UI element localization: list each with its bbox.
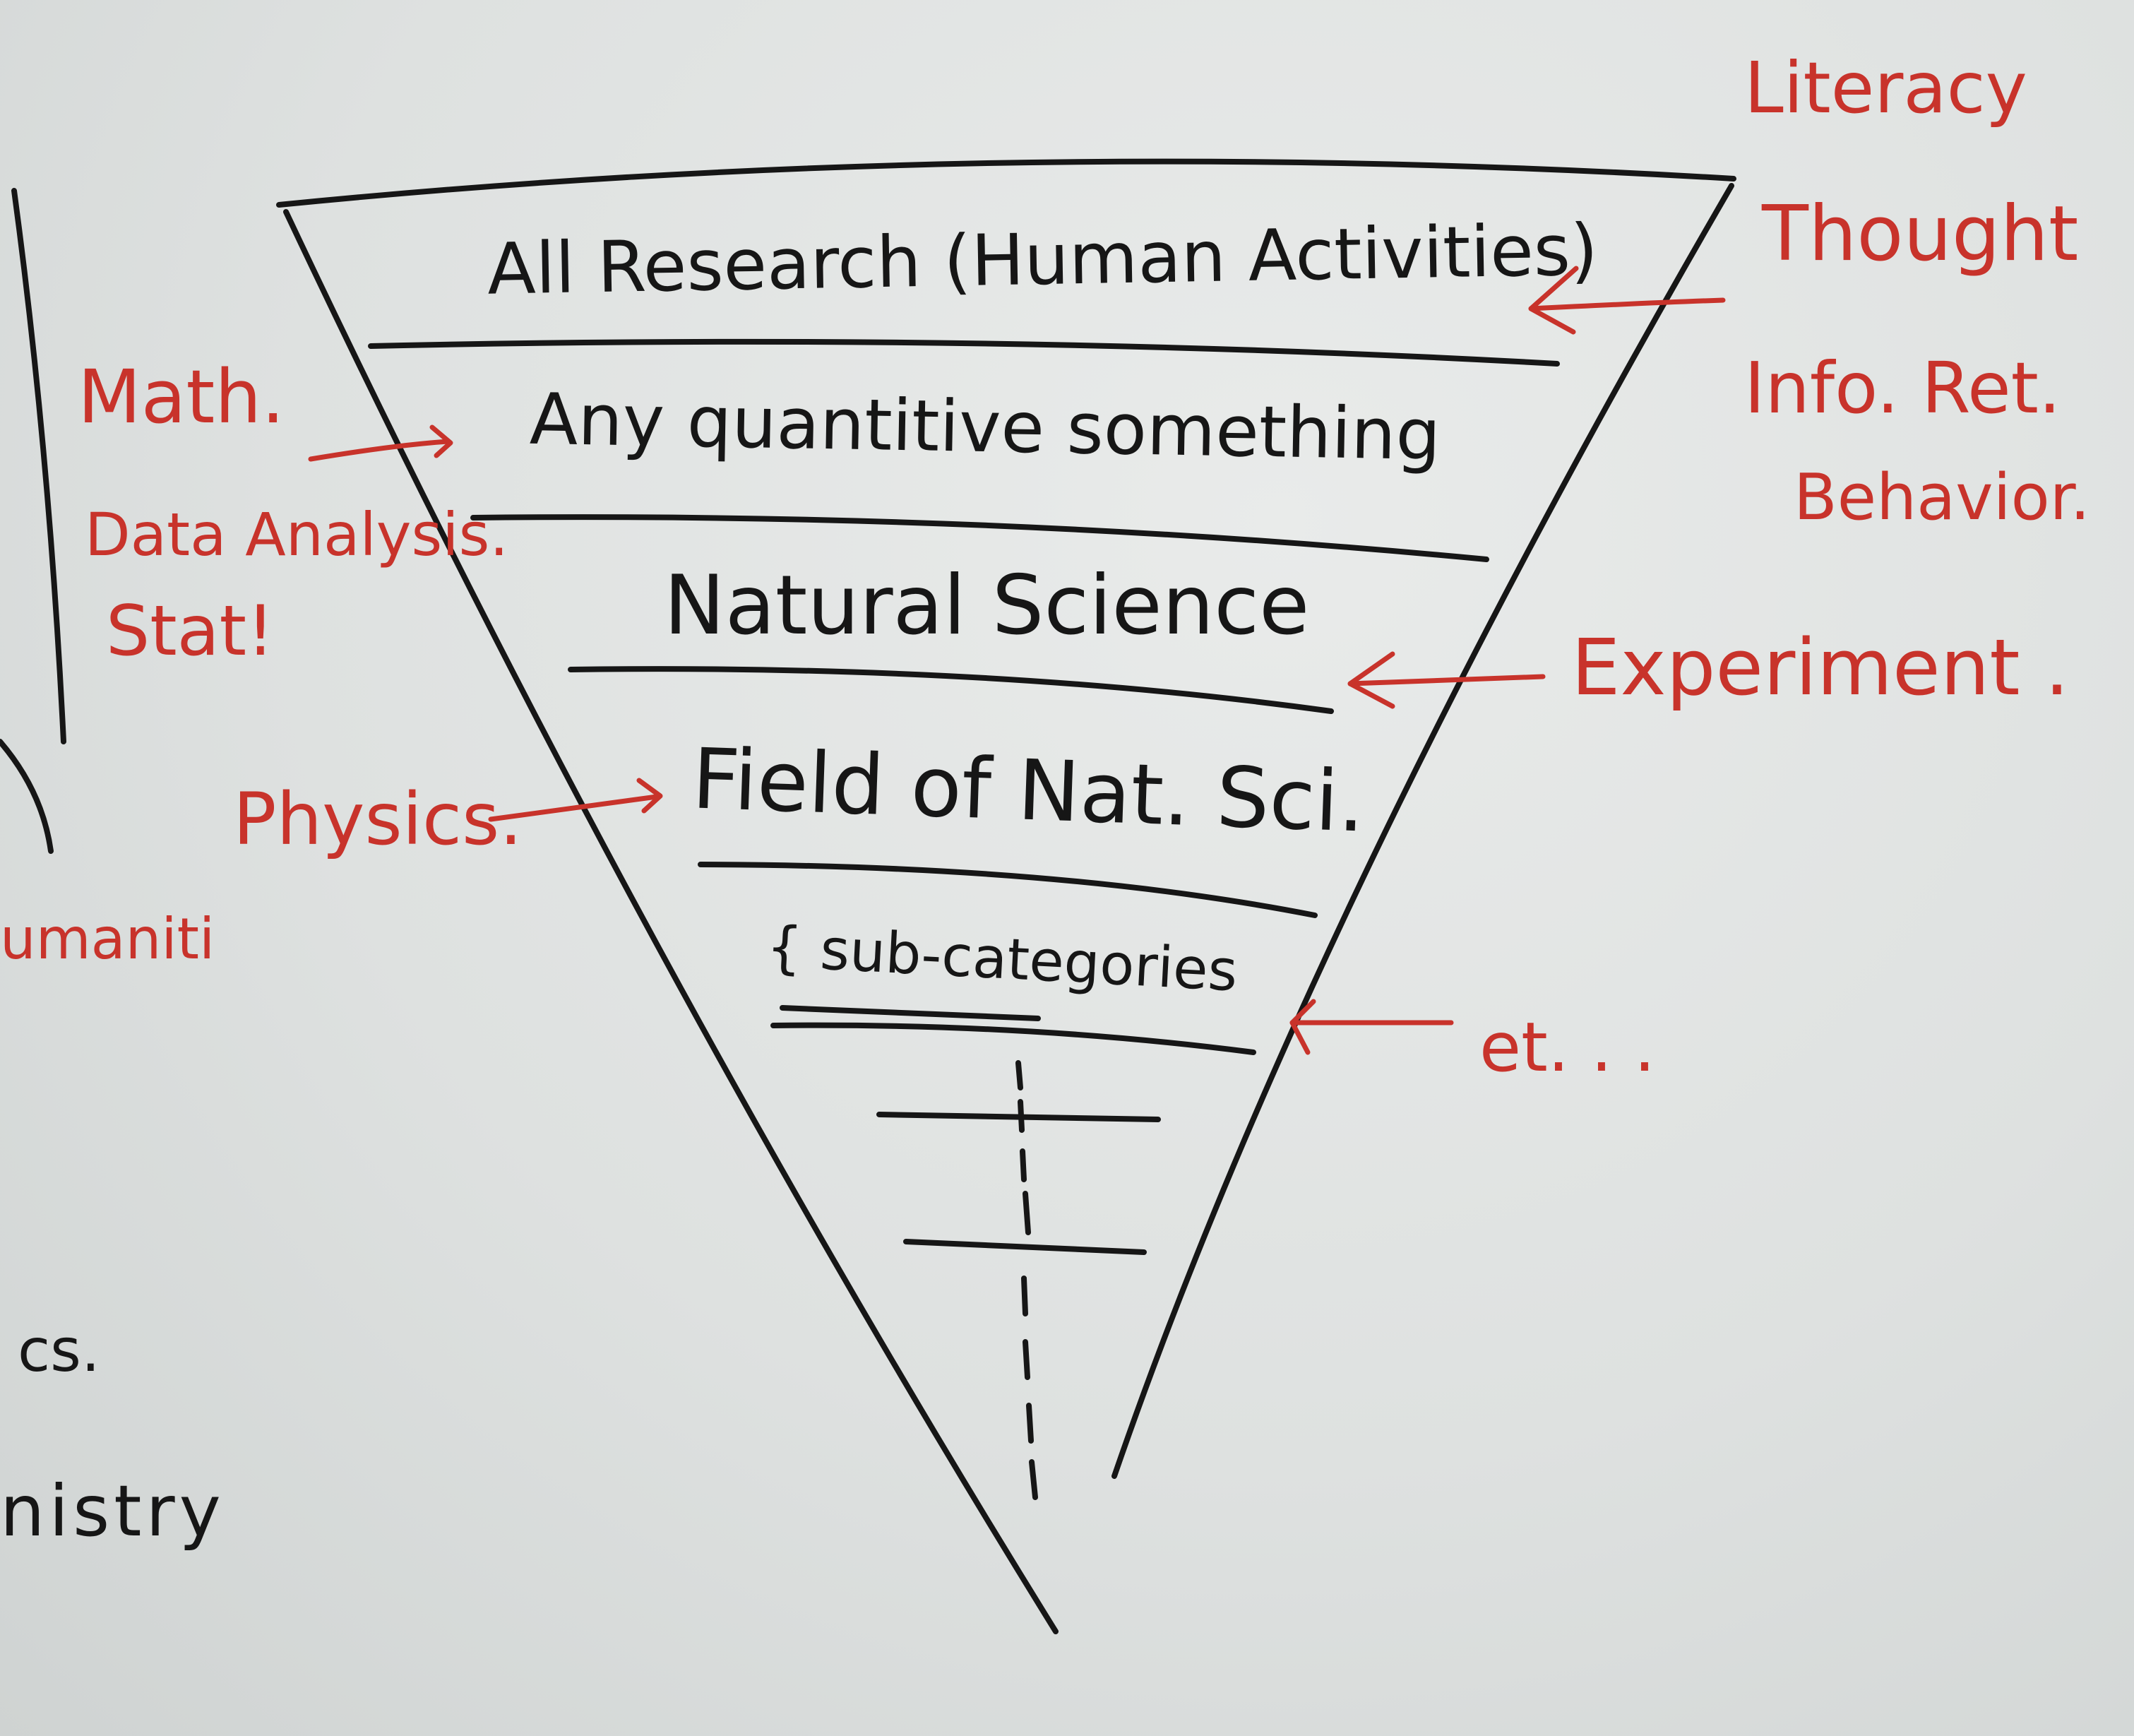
annotation-data-analysis: Data Analysis. [85,500,509,569]
level-label-all-research: All Research (Human Activities) [487,208,1599,311]
annotation-info-ret: Info. Ret. [1744,347,2061,429]
level-label-natural-science: Natural Science [664,558,1310,653]
humanities-arc [0,739,54,854]
level-divider-7 [903,1239,1147,1255]
whiteboard: All Research (Human Activities) Any quan… [0,0,2134,1736]
level-label-field-of-nat-sci: Field of Nat. Sci. [690,730,1367,851]
annotation-thought: Thought [1762,190,2079,278]
level-label-quantitive: Any quantitive something [529,377,1442,477]
annotation-stat: Stat! [106,591,275,672]
annotation-experiment: Experiment . [1571,622,2070,713]
arrow-math [308,439,451,462]
arrow-literacy [1528,297,1726,311]
level-divider-2 [470,514,1489,562]
funnel-top-edge [276,158,1736,208]
partial-word-cs: cs. [18,1316,100,1385]
annotation-behavior: Behavior. [1794,460,2090,535]
level-divider-3 [568,666,1334,714]
annotation-literacy: Literacy [1744,47,2027,129]
level-divider-5 [770,1022,1256,1055]
left-bracket-line [11,188,66,744]
arrow-etc-head [1289,999,1316,1055]
level-divider-4 [698,862,1318,918]
arrow-experiment [1347,674,1546,686]
annotation-physics: Physics. [233,778,523,862]
level-divider-1 [368,338,1560,367]
annotation-etc: et. . . [1479,1008,1656,1087]
partial-word-chemistry: nistry [0,1470,225,1552]
level-divider-8 [780,1005,1041,1021]
annotation-math: Math. [78,354,285,440]
dashed-stem [1015,1060,1038,1500]
annotation-humanities: umaniti [0,906,215,972]
